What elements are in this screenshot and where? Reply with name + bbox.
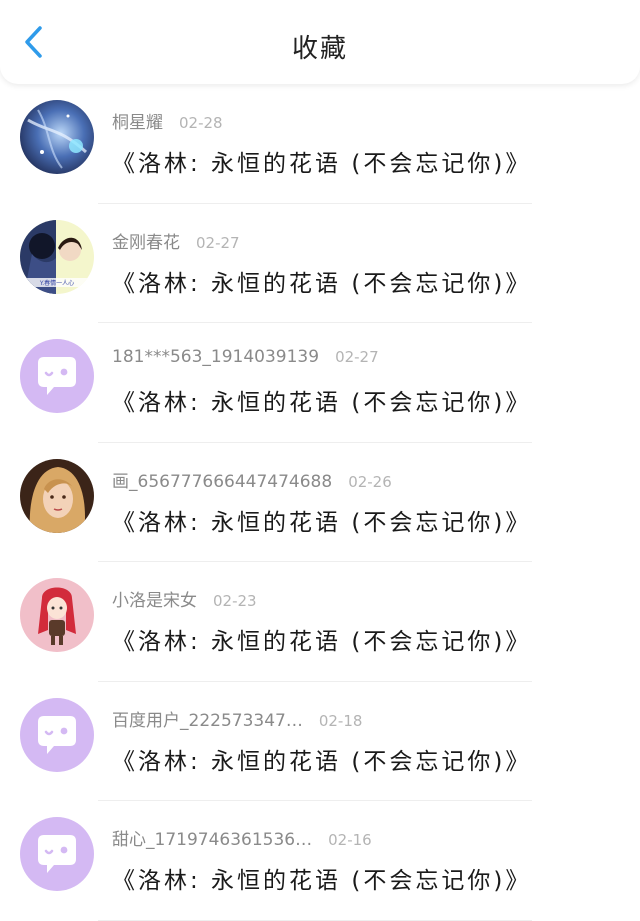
page-title: 收藏 [291, 34, 348, 64]
item-title[interactable]: 《洛林: 永恒的花语 (不会忘记你)》 [112, 144, 531, 178]
avatar[interactable] [20, 458, 94, 533]
chat-bubble-icon [20, 817, 94, 891]
username[interactable]: 金刚春花 [112, 233, 180, 253]
item-meta: 181***563_1914039139 02-27 [112, 347, 379, 367]
header-bar: 收藏 [0, 0, 640, 84]
item-title[interactable]: 《洛林: 永恒的花语 (不会忘记你)》 [112, 383, 531, 417]
item-title[interactable]: 《洛林: 永恒的花语 (不会忘记你)》 [112, 264, 531, 298]
avatar[interactable] [20, 339, 94, 413]
item-meta: 百度用户_222573347… 02-18 [112, 706, 362, 731]
timestamp: 02-18 [318, 711, 363, 730]
username[interactable]: 桐星耀 [112, 113, 163, 133]
list-item[interactable]: 小洛是宋女 02-23 《洛林: 永恒的花语 (不会忘记你)》 [0, 562, 640, 682]
item-meta: 桐星耀 02-28 [112, 108, 223, 133]
timestamp: 02-27 [335, 348, 379, 366]
timestamp: 02-16 [328, 831, 372, 849]
timestamp: 02-28 [179, 114, 223, 132]
list-item[interactable]: 桐星耀 02-28 《洛林: 永恒的花语 (不会忘记你)》 [0, 84, 640, 204]
item-title[interactable]: 《洛林: 永恒的花语 (不会忘记你)》 [112, 742, 531, 776]
chat-bubble-icon [20, 697, 94, 772]
avatar[interactable] [20, 817, 94, 891]
username[interactable]: 甜心_1719746361536… [112, 830, 312, 850]
list-item[interactable]: 百度用户_222573347… 02-18 《洛林: 永恒的花语 (不会忘记你)》 [0, 682, 640, 801]
item-title[interactable]: 《洛林: 永恒的花语 (不会忘记你)》 [112, 503, 531, 537]
timestamp: 02-27 [196, 233, 240, 252]
chat-bubble-icon [20, 339, 94, 413]
username[interactable]: 小洛是宋女 [112, 591, 197, 611]
item-title[interactable]: 《洛林: 永恒的花语 (不会忘记你)》 [112, 622, 531, 656]
username[interactable]: 百度用户_222573347… [112, 711, 303, 731]
item-title[interactable]: 《洛林: 永恒的花语 (不会忘记你)》 [112, 861, 531, 895]
favorites-list: 桐星耀 02-28 《洛林: 永恒的花语 (不会忘记你)》 Y.春情一人心 金刚春… [0, 84, 640, 921]
item-meta: 小洛是宋女 02-23 [112, 586, 257, 611]
list-item[interactable]: 181***563_1914039139 02-27 《洛林: 永恒的花语 (不会… [0, 323, 640, 443]
list-item[interactable]: Y.春情一人心 金刚春花 02-27 《洛林: 永恒的花语 (不会忘记你)》 [0, 204, 640, 323]
avatar[interactable] [20, 578, 94, 652]
username[interactable]: 画_656777666447474688 [112, 472, 332, 492]
list-item[interactable]: 甜心_1719746361536… 02-16 《洛林: 永恒的花语 (不会忘记你… [0, 801, 640, 921]
timestamp: 02-26 [348, 472, 392, 491]
list-item[interactable]: 画_656777666447474688 02-26 《洛林: 永恒的花语 (不会… [0, 443, 640, 562]
item-meta: 甜心_1719746361536… 02-16 [112, 825, 372, 850]
avatar[interactable] [20, 697, 94, 772]
avatar[interactable]: Y.春情一人心 [20, 219, 94, 294]
item-meta: 金刚春花 02-27 [112, 228, 240, 253]
item-meta: 画_656777666447474688 02-26 [112, 467, 392, 492]
timestamp: 02-23 [213, 592, 257, 610]
avatar[interactable] [20, 100, 94, 174]
svg-text:Y.春情一人心: Y.春情一人心 [39, 279, 74, 287]
username[interactable]: 181***563_1914039139 [112, 347, 319, 367]
